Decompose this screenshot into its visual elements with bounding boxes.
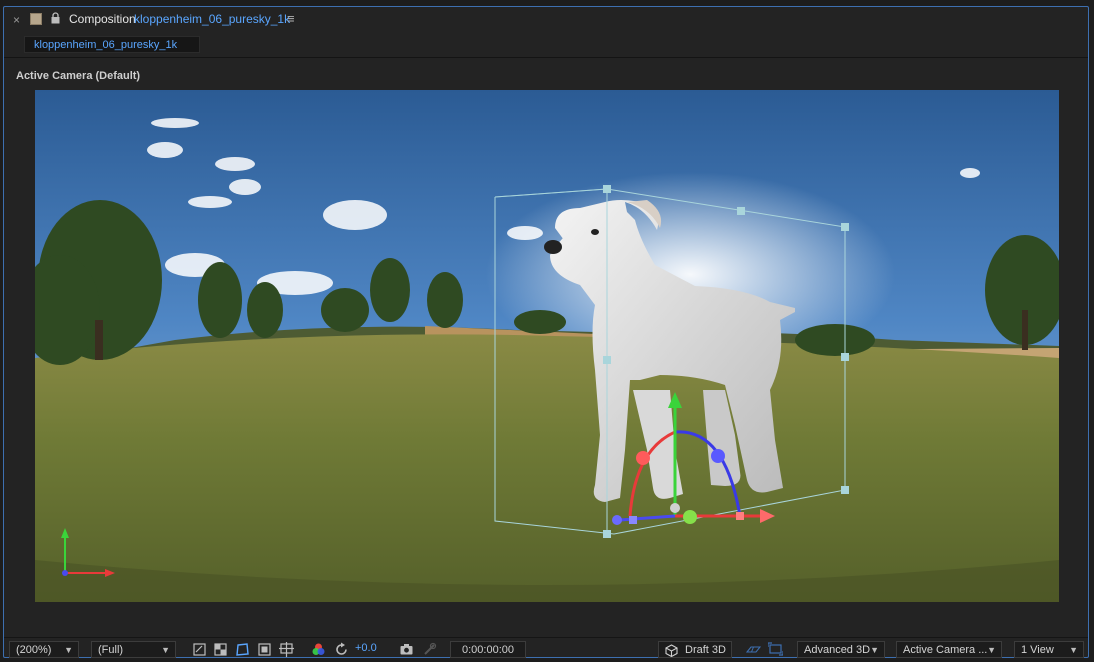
active-camera-label: Active Camera (Default) — [16, 70, 141, 82]
magnification-value: (200%) — [16, 644, 52, 656]
mask-path-visibility-icon[interactable] — [235, 642, 250, 657]
scene-render — [35, 90, 1059, 602]
draft-3d-label: Draft 3D — [685, 644, 726, 656]
region-of-interest-icon[interactable] — [192, 642, 207, 657]
current-time-display[interactable]: 0:00:00:00 — [450, 641, 526, 658]
color-channels-icon[interactable] — [311, 642, 326, 657]
extended-viewer-icon[interactable] — [768, 642, 783, 657]
renderer-value: Advanced 3D — [804, 644, 871, 656]
transparency-grid-icon[interactable] — [213, 642, 228, 657]
z-axis-handle — [612, 515, 622, 525]
resolution-value: (Full) — [98, 644, 124, 656]
grid-options-icon[interactable] — [279, 642, 294, 657]
magnification-dropdown[interactable]: (200%) ▼ — [9, 641, 79, 658]
composition-viewport[interactable] — [35, 90, 1059, 602]
close-icon[interactable]: × — [13, 13, 20, 27]
draft-3d-toggle[interactable]: Draft 3D — [658, 641, 732, 658]
3d-ground-plane-icon[interactable] — [746, 642, 761, 657]
composition-panel: × Composition kloppenheim_06_puresky_1k … — [3, 6, 1089, 658]
panel-menu-icon[interactable]: ≡ — [287, 11, 295, 26]
viewer-toolbar: (200%) ▼ (Full) ▼ +0.0 0:00:00:00 Draft … — [4, 637, 1088, 660]
view-layout-dropdown[interactable]: 1 View ▼ — [1014, 641, 1084, 658]
camera-view-dropdown[interactable]: Active Camera ... ▼ — [896, 641, 1002, 658]
renderer-dropdown[interactable]: Advanced 3D ▼ — [797, 641, 885, 658]
reset-exposure-icon[interactable] — [334, 642, 349, 657]
panel-title: Composition — [69, 12, 136, 26]
composition-tab[interactable]: kloppenheim_06_puresky_1k — [24, 36, 200, 53]
snapshot-icon[interactable] — [399, 642, 414, 657]
camera-view-value: Active Camera ... — [903, 644, 988, 656]
composition-name: kloppenheim_06_puresky_1k — [134, 12, 291, 26]
lock-icon[interactable] — [51, 12, 60, 24]
panel-title-bar: × Composition kloppenheim_06_puresky_1k … — [4, 7, 1088, 33]
color-swatch-icon[interactable] — [30, 13, 42, 25]
draft-3d-icon — [665, 644, 678, 657]
guides-icon[interactable] — [257, 642, 272, 657]
resolution-dropdown[interactable]: (Full) ▼ — [91, 641, 176, 658]
exposure-value[interactable]: +0.0 — [355, 642, 377, 654]
show-snapshot-icon[interactable] — [422, 642, 437, 657]
view-layout-value: 1 View — [1021, 644, 1054, 656]
composition-tab-row: kloppenheim_06_puresky_1k — [4, 33, 1088, 58]
